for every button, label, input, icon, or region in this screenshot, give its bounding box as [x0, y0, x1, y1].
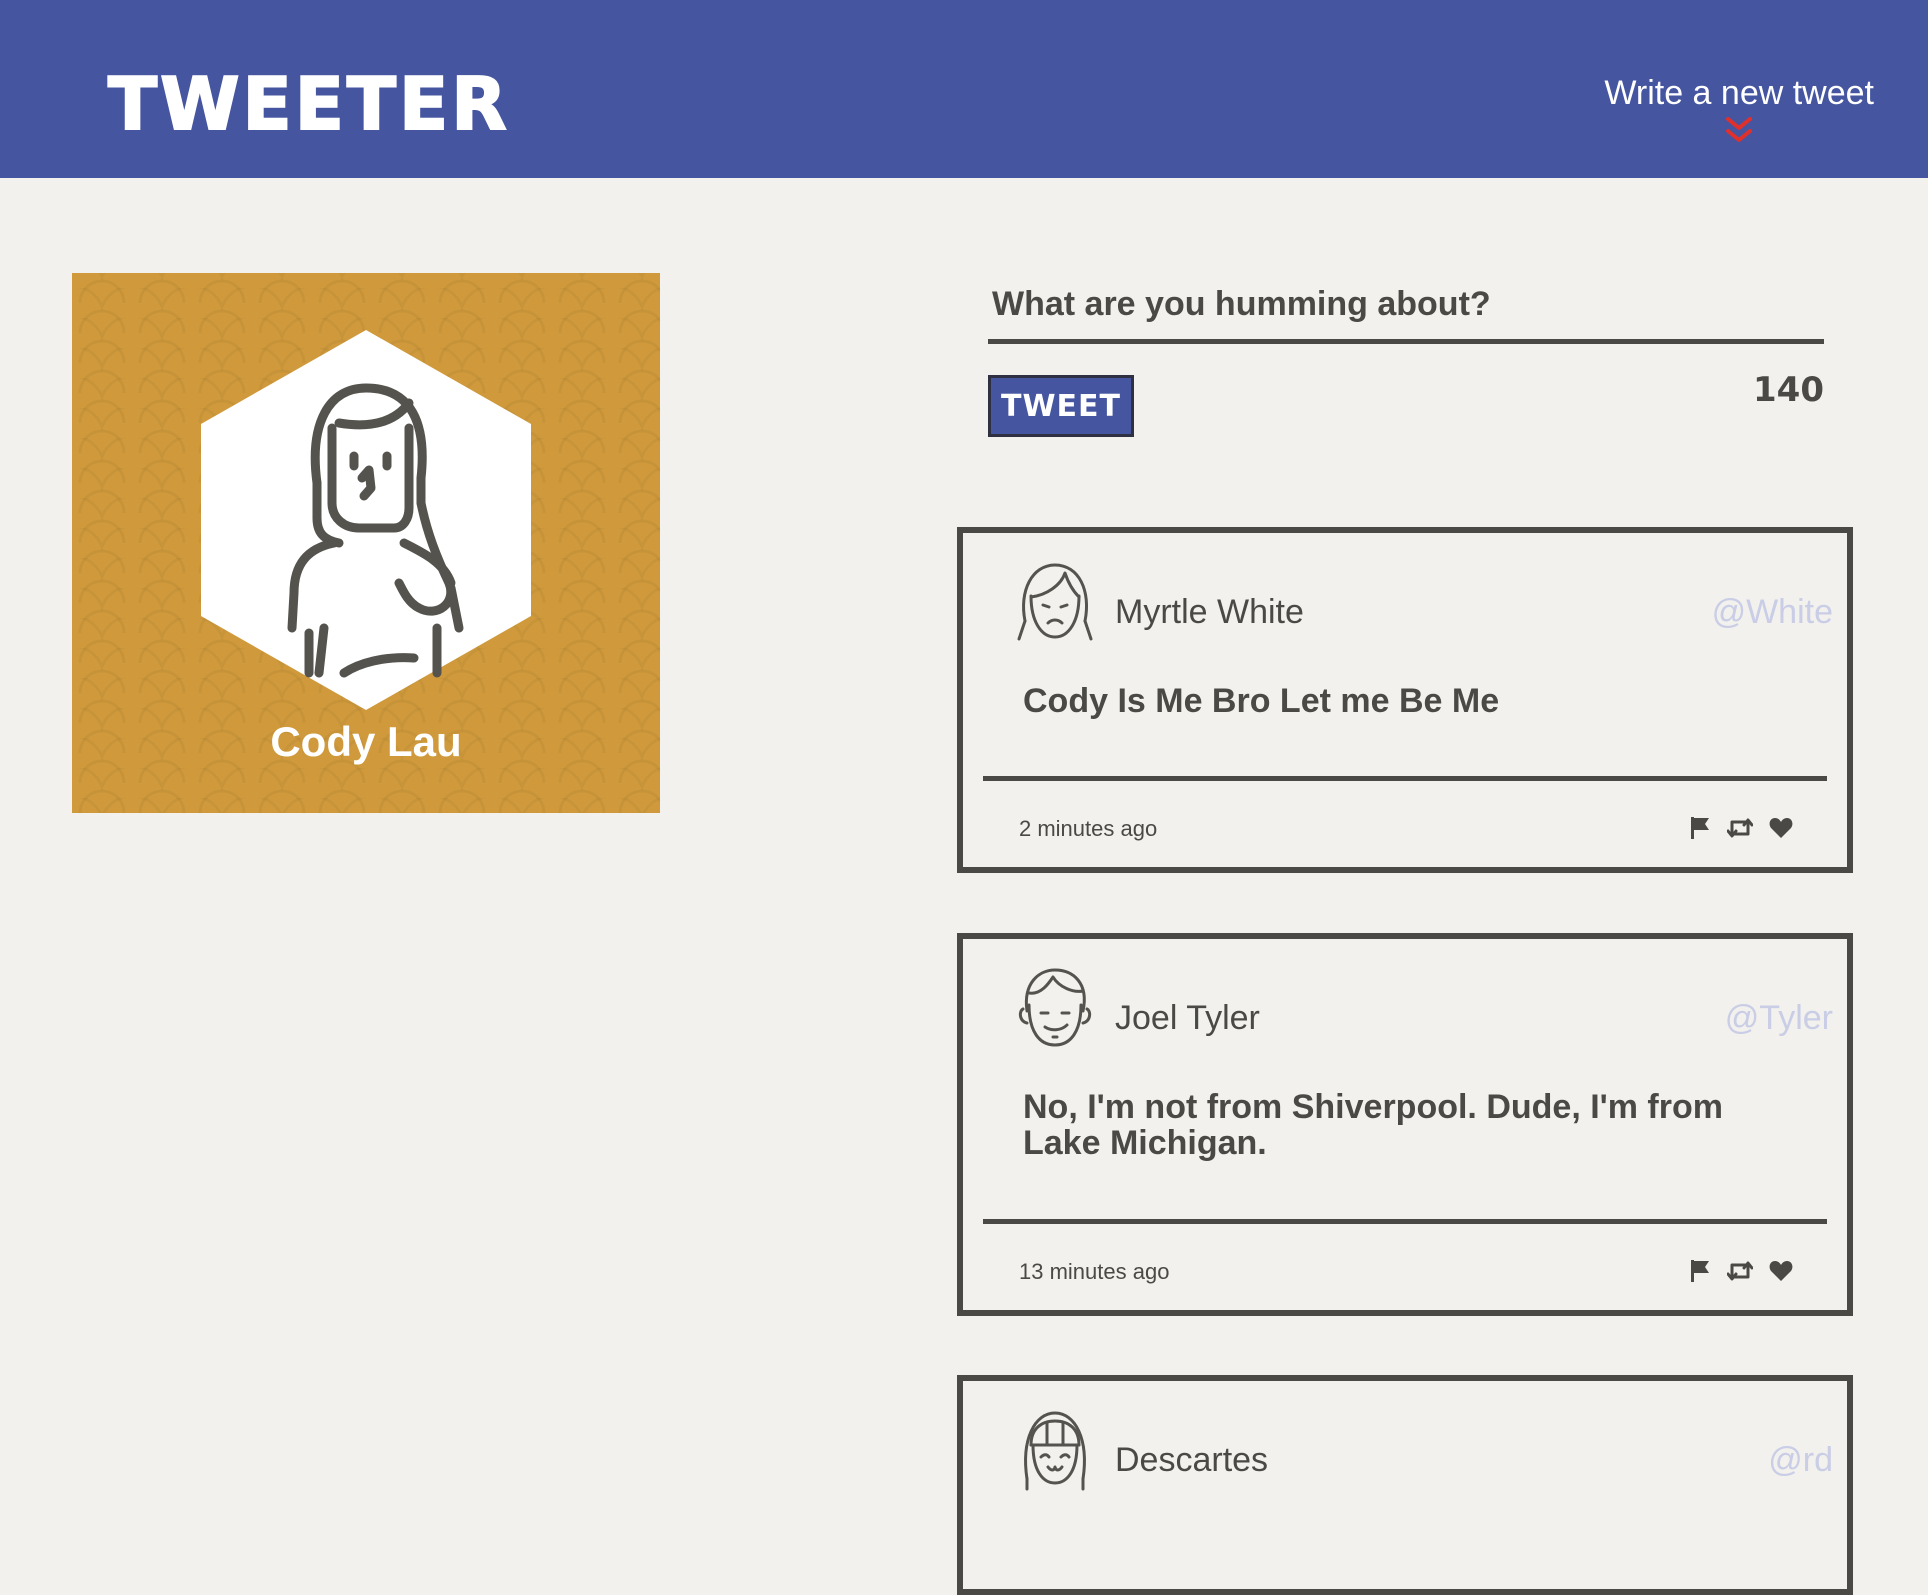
tweet-text: Cody Is Me Bro Let me Be Me [1023, 682, 1500, 720]
profile-name: Cody Lau [270, 718, 462, 765]
flag-icon[interactable] [1689, 816, 1711, 840]
tweet-composer: TWEET 140 [988, 270, 1824, 437]
tweet-author-handle[interactable]: @White [1712, 593, 1833, 632]
woman-frown-avatar-icon [1017, 563, 1093, 641]
flag-icon[interactable] [1689, 1259, 1711, 1283]
profile-avatar [201, 330, 531, 710]
tweet-author-name[interactable]: Descartes [1115, 1441, 1268, 1480]
tweet-author-handle[interactable]: @rd [1768, 1441, 1833, 1480]
tweet-actions [1689, 816, 1793, 840]
profile-card: Cody Lau [72, 273, 660, 813]
heart-icon[interactable] [1769, 1260, 1793, 1282]
write-new-tweet-label[interactable]: Write a new tweet [1604, 76, 1874, 110]
retweet-icon[interactable] [1727, 817, 1753, 839]
tweet-author-name[interactable]: Joel Tyler [1115, 999, 1260, 1038]
tweet-timestamp: 2 minutes ago [1019, 816, 1158, 841]
brand-logo[interactable]: TWEETER [107, 67, 510, 141]
tweet-author-name[interactable]: Myrtle White [1115, 593, 1304, 632]
tweet-text: No, I'm not from Shiverpool. Dude, I'm f… [1023, 1088, 1723, 1162]
tweet-actions [1689, 1259, 1793, 1283]
tweet-author-handle[interactable]: @Tyler [1725, 999, 1833, 1038]
tweet-card: Descartes @rd [957, 1375, 1853, 1595]
man-smirk-avatar-icon [1018, 968, 1092, 1047]
tweet-card: Joel Tyler @Tyler No, I'm not from Shive… [957, 933, 1853, 1316]
tweet-divider [983, 776, 1827, 781]
nav-bar: TWEETER Write a new tweet [0, 0, 1928, 178]
chevron-double-down-icon[interactable] [1723, 116, 1755, 146]
retweet-icon[interactable] [1727, 1260, 1753, 1282]
tweet-text-input[interactable] [988, 270, 1824, 344]
tweet-card: Myrtle White @White Cody Is Me Bro Let m… [957, 527, 1853, 873]
heart-icon[interactable] [1769, 817, 1793, 839]
tweet-submit-button[interactable]: TWEET [988, 375, 1134, 437]
character-counter: 140 [1753, 370, 1824, 410]
tweet-timestamp: 13 minutes ago [1019, 1259, 1170, 1284]
write-new-tweet-toggle[interactable]: Write a new tweet [1604, 76, 1874, 146]
girl-bangs-avatar-icon [1024, 1411, 1086, 1491]
tweet-divider [983, 1219, 1827, 1224]
